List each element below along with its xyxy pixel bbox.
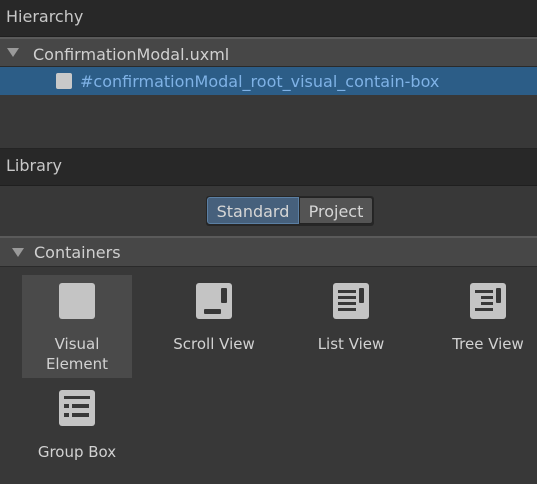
hierarchy-item-root[interactable]: #confirmationModal_root_visual_contain-b… — [0, 67, 537, 95]
hierarchy-panel-header: Hierarchy — [0, 0, 537, 37]
library-item-visual-element[interactable]: Visual Element — [22, 275, 132, 378]
library-panel-header: Library — [0, 149, 537, 186]
visual-element-icon — [59, 283, 95, 319]
uxml-file-name: ConfirmationModal.uxml — [33, 45, 230, 64]
library-item-tree-view[interactable]: Tree View — [433, 275, 537, 378]
library-item-label: List View — [317, 335, 385, 353]
uxml-file-foldout[interactable]: ConfirmationModal.uxml — [0, 37, 537, 67]
library-item-list-view[interactable]: List View — [296, 275, 406, 378]
containers-section-title: Containers — [34, 243, 121, 262]
library-item-label: Visual Element — [45, 335, 109, 373]
foldout-triangle-icon[interactable] — [12, 248, 24, 257]
library-item-group-box[interactable]: Group Box — [22, 381, 132, 484]
tab-standard[interactable]: Standard — [207, 197, 299, 224]
tab-project[interactable]: Project — [299, 197, 373, 224]
scroll-view-icon — [196, 283, 232, 319]
list-view-icon — [333, 283, 369, 319]
group-box-icon — [59, 390, 95, 426]
library-item-scroll-view[interactable]: Scroll View — [159, 275, 269, 378]
containers-foldout[interactable]: Containers — [0, 236, 537, 267]
library-item-label: Tree View — [452, 335, 524, 353]
tree-view-icon — [470, 283, 506, 319]
library-title: Library — [6, 156, 62, 175]
element-checkbox-icon — [56, 73, 72, 89]
library-tab-group: Standard Project — [206, 196, 374, 226]
hierarchy-item-label: #confirmationModal_root_visual_contain-b… — [80, 72, 440, 91]
foldout-triangle-icon[interactable] — [7, 48, 19, 57]
library-item-label: Group Box — [37, 443, 117, 461]
hierarchy-title: Hierarchy — [6, 7, 84, 26]
library-item-label: Scroll View — [173, 335, 255, 353]
